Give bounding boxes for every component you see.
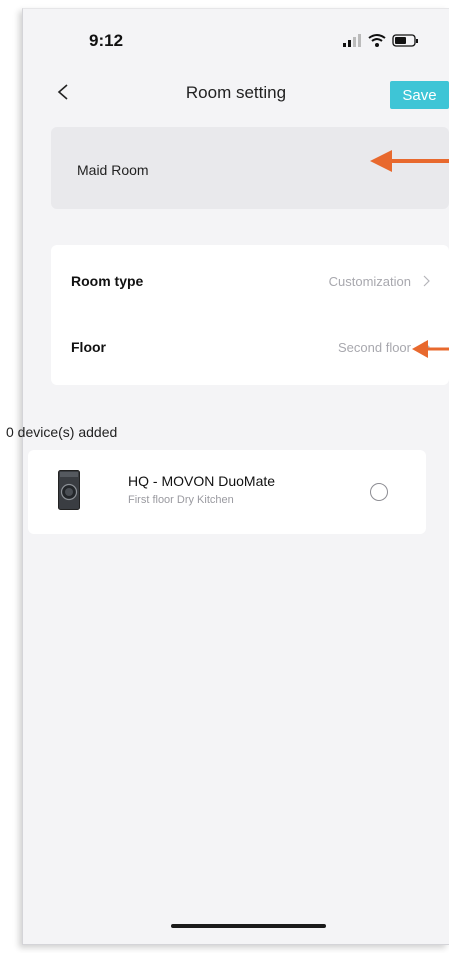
status-bar: 9:12 xyxy=(23,9,449,65)
save-button[interactable]: Save xyxy=(390,81,449,109)
floor-row[interactable]: Floor Second floor xyxy=(51,315,449,381)
nav-bar: Room setting Save xyxy=(23,71,449,119)
device-select-radio[interactable] xyxy=(370,483,388,501)
devices-count-header: 0 device(s) added xyxy=(6,424,118,440)
back-button[interactable] xyxy=(53,77,77,107)
page-title: Room setting xyxy=(185,83,287,102)
status-icons xyxy=(343,34,418,47)
room-type-row[interactable]: Room type Customization xyxy=(51,249,449,315)
room-type-label: Room type xyxy=(71,273,144,289)
washing-machine-icon xyxy=(58,470,80,510)
annotation-arrow-icon xyxy=(412,340,449,358)
wifi-icon xyxy=(368,34,386,47)
chevron-right-icon xyxy=(423,275,430,287)
chevron-left-icon xyxy=(57,84,68,100)
device-name: HQ - MOVON DuoMate xyxy=(128,473,276,489)
device-list-item[interactable]: HQ - MOVON DuoMate First floor Dry Kitch… xyxy=(28,450,426,534)
device-location: First floor Dry Kitchen xyxy=(128,494,234,506)
room-name-value: Maid Room xyxy=(77,162,149,178)
annotation-arrow-icon xyxy=(370,150,449,172)
status-time: 9:12 xyxy=(89,31,124,50)
floor-label: Floor xyxy=(71,339,106,355)
home-indicator[interactable] xyxy=(171,924,326,928)
room-settings-card: Room type Customization Floor Second flo… xyxy=(51,245,449,385)
floor-value: Second floor xyxy=(338,340,411,355)
room-type-value: Customization xyxy=(328,274,411,289)
battery-icon xyxy=(392,34,418,47)
signal-bars-icon xyxy=(343,34,361,47)
